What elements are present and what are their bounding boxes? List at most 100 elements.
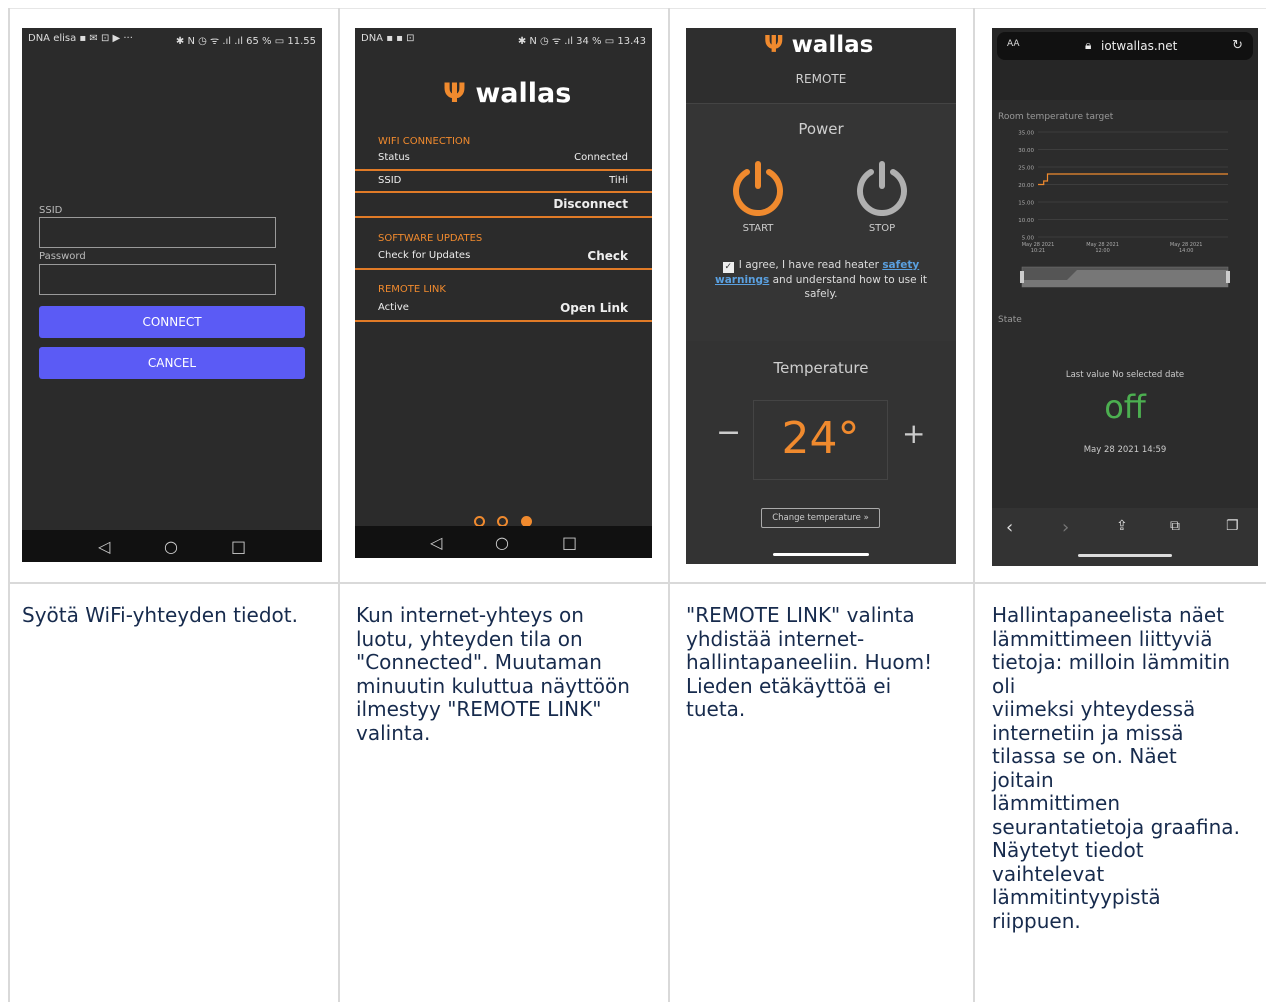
status-bar-right: ✱ N ◷ ᯤ .ıl .ıl 65 % ▭ 11.55 [175,36,316,47]
password-label: Password [39,251,86,262]
temperature-heading: Temperature [773,359,869,377]
series-line [1038,173,1228,186]
column-divider [8,8,10,1002]
start-label: START [742,223,774,234]
wifi-section-header: WIFI CONNECTION [378,136,471,147]
remote-subtitle: REMOTE [795,72,847,86]
android-nav-bar: ◁ ○ □ [355,526,652,558]
y-tick-label: 15.00 [1018,201,1034,207]
dashboard-screen: AA 🔒︎ iotwallas.net ↻ Room temperature t… [992,28,1258,566]
check-button[interactable]: Check [587,249,628,263]
forward-icon[interactable]: › [1062,517,1069,538]
ssid-value: TiHi [609,175,628,186]
column-divider [973,8,975,1002]
back-icon[interactable]: ◁ [98,537,110,556]
brand-name: wallas [791,32,874,58]
divider [355,268,652,270]
wallas-trident-icon: Ψ [443,78,466,109]
bookmarks-icon[interactable]: ⧉ [1170,518,1180,534]
caption-4: Hallintapaneelista näet lämmittimeen lii… [992,603,1240,933]
address-bar[interactable]: AA 🔒︎ iotwallas.net ↻ [997,32,1253,60]
header: Ψ wallas REMOTE [686,28,956,103]
reload-icon[interactable]: ↻ [1232,38,1243,53]
share-icon[interactable]: ⇪ [1116,518,1128,534]
power-panel: Power START STOP ✓ I agree, I have read h… [686,103,956,342]
ssid-label: SSID [39,205,63,216]
remote-link-header: REMOTE LINK [378,284,446,295]
y-tick-label: 10.00 [1018,218,1034,224]
status-bar: DNA ▪ ▪ ⊡ ✱ N ◷ ᯤ .ıl 34 % ▭ 13.43 [355,28,652,50]
agree-checkbox[interactable]: ✓ [722,262,734,273]
row-divider [8,582,1266,584]
caption-3: "REMOTE LINK" valinta yhdistää internet-… [686,603,933,721]
wallas-logo: Ψ wallas [764,32,873,58]
caption-2: Kun internet-yhteys on luotu, yhteyden t… [356,603,630,745]
home-icon[interactable]: ○ [164,537,178,556]
y-tick-label: 25.00 [1018,166,1034,172]
table-top-border [8,8,1266,9]
software-updates-header: SOFTWARE UPDATES [378,233,483,244]
state-value: off [1104,388,1146,426]
y-tick-label: 30.00 [1018,148,1034,154]
status-bar-right: ✱ N ◷ ᯤ .ıl 34 % ▭ 13.43 [517,36,646,47]
connect-button[interactable]: CONNECT [39,306,305,338]
column-divider [668,8,670,1002]
temperature-chart: 35.0030.0025.0020.0015.0010.005.00May 28… [1018,131,1230,288]
power-heading: Power [798,120,844,138]
start-power-icon[interactable] [730,160,786,216]
password-input[interactable] [39,264,276,295]
remote-control-screen: Ψ wallas REMOTE Power START STOP ✓ I agre… [686,28,956,564]
agreement: ✓ I agree, I have read heater safety warn… [700,258,942,301]
disconnect-row: Disconnect [355,194,652,216]
connection-status-screen: DNA ▪ ▪ ⊡ ✱ N ◷ ᯤ .ıl 34 % ▭ 13.43 Ψ wal… [355,28,652,558]
temperature-value: 24° [753,400,888,480]
check-updates-row: Check for Updates Check [355,246,652,268]
decrease-button[interactable]: − [716,415,741,450]
x-tick-label: 12:00 [1095,248,1109,254]
column-divider [338,8,340,1002]
status-bar: DNA elisa ▪ ✉ ⊡ ▶ ··· ✱ N ◷ ᯤ .ıl .ıl 65… [22,28,322,50]
state-time: May 28 2021 14:59 [1083,445,1167,455]
divider [355,320,652,322]
url-text[interactable]: iotwallas.net [1101,39,1177,53]
brand-name: wallas [475,78,572,109]
divider [355,216,652,218]
home-indicator [773,553,869,556]
stop-power-icon[interactable] [854,160,910,216]
tabs-icon[interactable]: ❐ [1226,518,1239,534]
back-icon[interactable]: ‹ [1006,517,1013,538]
ssid-input[interactable] [39,217,276,248]
browser-header: AA 🔒︎ iotwallas.net ↻ [992,28,1258,100]
active-label: Active [378,302,409,313]
check-updates-label: Check for Updates [378,250,471,261]
cancel-button[interactable]: CANCEL [39,347,305,379]
increase-button[interactable]: + [902,417,925,450]
x-tick-label: 10:21 [1031,248,1045,254]
y-tick-label: 35.00 [1018,131,1034,137]
text-size-button[interactable]: AA [1007,39,1020,49]
back-icon[interactable]: ◁ [430,533,442,552]
android-nav-bar: ◁ ○ □ [22,530,322,562]
agree-text-end: and understand how to use it safely. [772,274,927,300]
status-label: Status [378,152,410,163]
disconnect-button[interactable]: Disconnect [553,197,628,211]
ssid-row: SSID TiHi [355,171,652,193]
caption-1: Syötä WiFi-yhteyden tiedot. [22,603,298,627]
wallas-logo: Ψ wallas [443,78,571,109]
status-bar-left: DNA ▪ ▪ ⊡ [361,33,415,44]
open-link-button[interactable]: Open Link [560,301,628,315]
home-indicator [1078,554,1172,557]
agree-text: I agree, I have read heater [738,259,879,271]
wallas-trident-icon: Ψ [764,32,784,58]
navigator-handle-right [1226,271,1230,283]
y-tick-label: 5.00 [1022,236,1035,242]
stop-label: STOP [868,223,896,234]
status-bar-left: DNA elisa ▪ ✉ ⊡ ▶ ··· [28,33,133,44]
recents-icon[interactable]: □ [231,537,246,556]
divider [355,191,652,193]
recents-icon[interactable]: □ [562,533,577,552]
y-tick-label: 20.00 [1018,183,1034,189]
change-temperature-button[interactable]: Change temperature » [761,508,880,528]
lock-icon: 🔒︎ [1085,38,1092,52]
home-icon[interactable]: ○ [495,533,509,552]
